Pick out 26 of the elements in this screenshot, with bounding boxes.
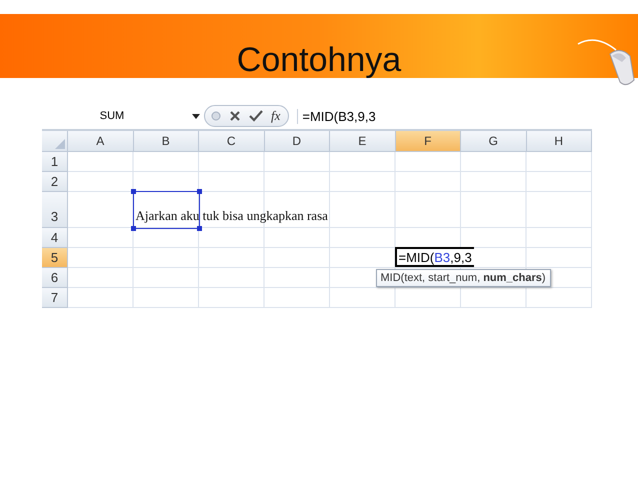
- row-header[interactable]: 6: [42, 268, 68, 288]
- insert-function-button[interactable]: fx: [271, 108, 280, 124]
- row-header[interactable]: 2: [42, 172, 68, 192]
- function-tooltip: MID(text, start_num, num_chars): [376, 269, 551, 287]
- dropdown-caret-icon[interactable]: [192, 114, 200, 118]
- row-header[interactable]: 7: [42, 288, 68, 308]
- slide-title: Contohnya: [236, 40, 402, 80]
- cancel-icon[interactable]: [229, 110, 241, 122]
- cell-editor[interactable]: =MID(B3,9,3: [394, 247, 474, 267]
- row-header[interactable]: 5: [42, 248, 68, 268]
- corner-triangle-icon: [55, 139, 65, 149]
- name-box[interactable]: SUM: [42, 110, 182, 122]
- row-header[interactable]: 1: [42, 152, 68, 172]
- column-header[interactable]: G: [461, 131, 526, 152]
- column-header[interactable]: H: [526, 131, 592, 152]
- formula-field[interactable]: =MID(B3,9,3: [297, 108, 376, 124]
- expand-handle-icon[interactable]: [211, 111, 221, 121]
- column-header[interactable]: B: [134, 131, 199, 152]
- row-header[interactable]: 3: [42, 192, 68, 228]
- check-icon[interactable]: [249, 110, 263, 122]
- column-header[interactable]: D: [264, 131, 330, 152]
- column-header[interactable]: C: [199, 131, 264, 152]
- column-header[interactable]: A: [68, 131, 134, 152]
- row-header[interactable]: 4: [42, 228, 68, 248]
- column-header[interactable]: E: [330, 131, 396, 152]
- column-header[interactable]: F: [396, 131, 461, 152]
